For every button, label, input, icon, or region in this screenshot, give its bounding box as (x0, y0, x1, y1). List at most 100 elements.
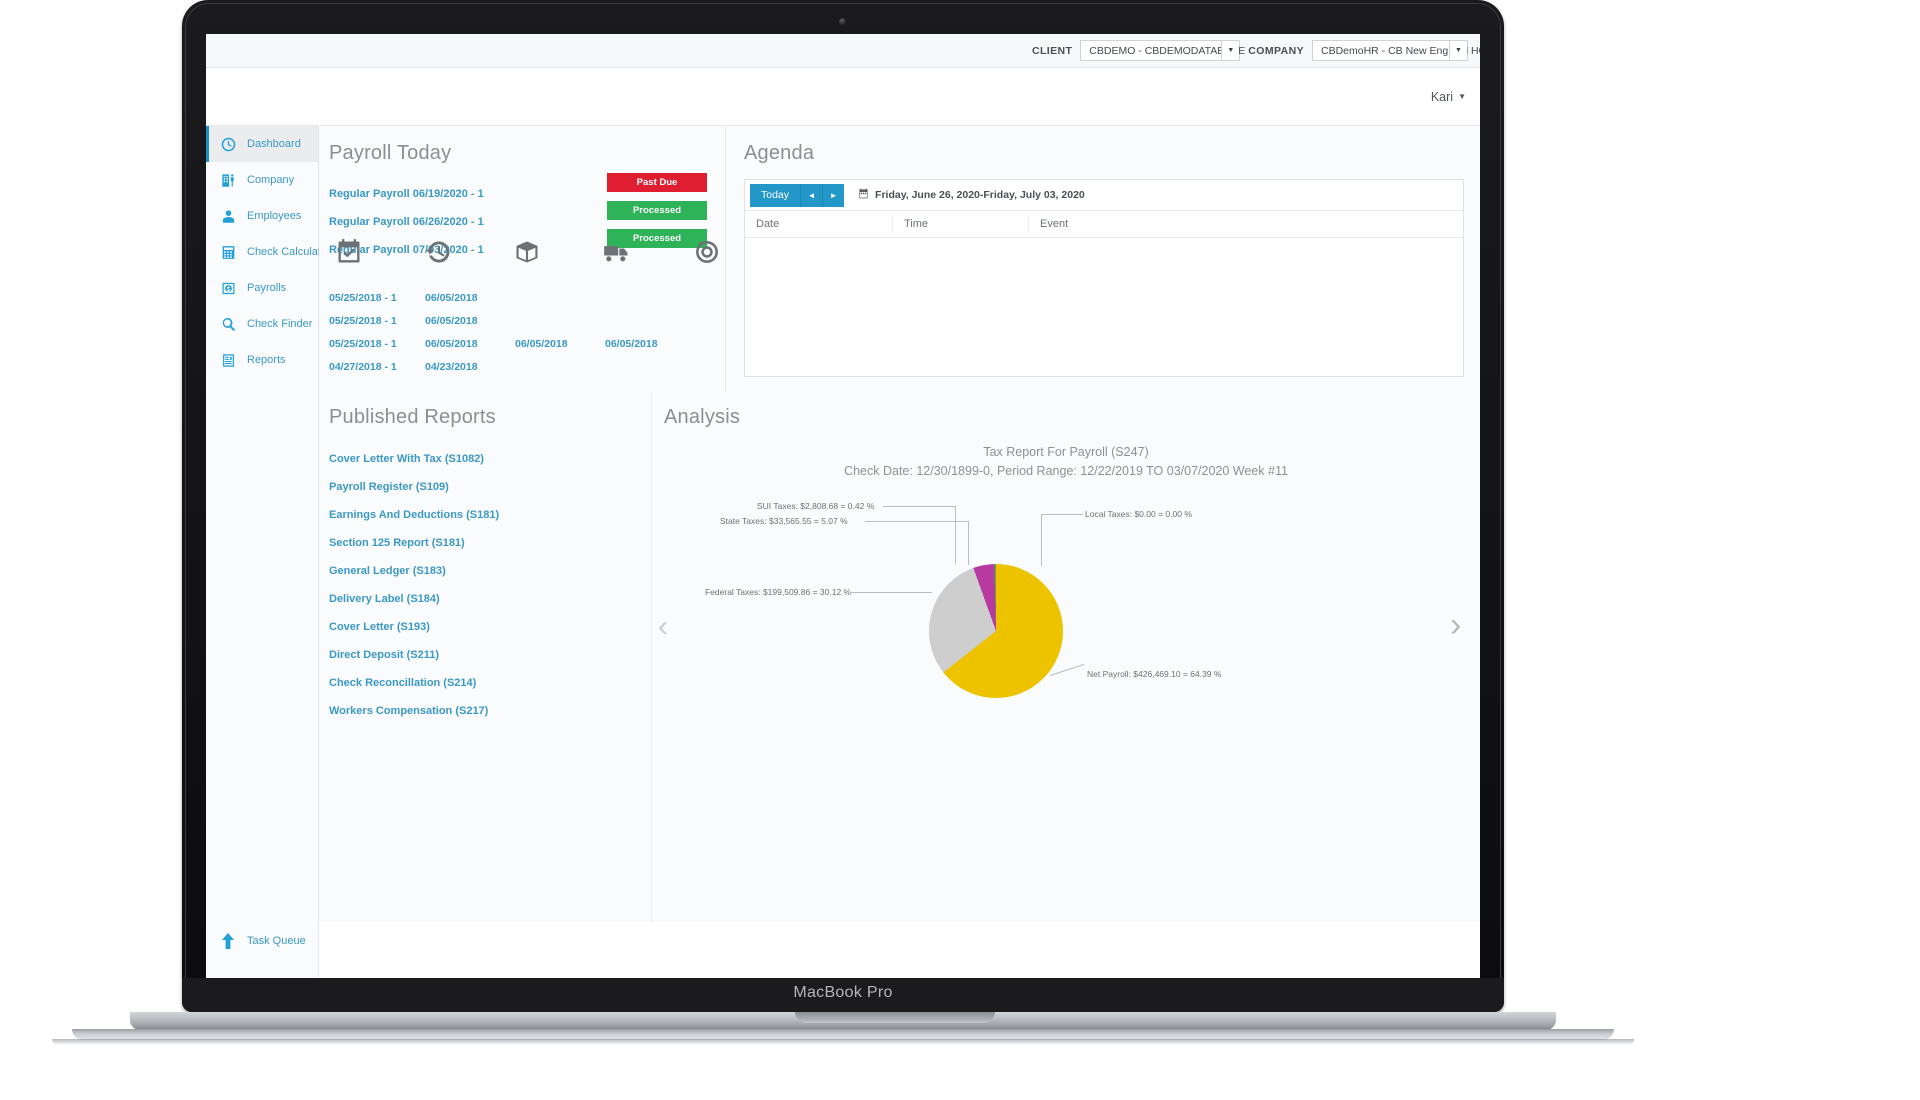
sidebar-item-payrolls[interactable]: Payrolls (206, 270, 318, 306)
agenda-table-body (745, 238, 1463, 376)
sidebar: Dashboard Company Employees Check Calculato… (206, 126, 331, 978)
payroll-link[interactable]: Regular Payroll 06/19/2020 - 1 (329, 188, 484, 200)
report-link[interactable]: Delivery Label (S184) (329, 593, 440, 605)
report-row: General Ledger (S183) (329, 557, 651, 585)
sidebar-item-dashboard[interactable]: Dashboard (206, 126, 318, 162)
report-link[interactable]: Workers Compensation (S217) (329, 705, 488, 717)
laptop-base-notch (795, 1012, 995, 1023)
chevron-right-icon[interactable]: › (1450, 608, 1461, 642)
sidebar-item-company[interactable]: Company (206, 162, 318, 198)
chevron-left-icon[interactable]: ‹ (658, 612, 668, 642)
status-badge[interactable]: Past Due (607, 173, 707, 192)
target-bullseye-icon[interactable] (693, 238, 721, 271)
sidebar-item-employees[interactable]: Employees (206, 198, 318, 234)
sidebar-item-check-finder[interactable]: Check Finder (206, 306, 318, 342)
sidebar-item-reports[interactable]: Reports (206, 342, 318, 378)
sidebar-item-task-queue[interactable]: Task Queue (206, 924, 319, 958)
agenda-column-date: Date (745, 218, 893, 230)
leader-line-state-v (968, 521, 969, 565)
report-row: Earnings And Deductions (S181) (329, 501, 651, 529)
report-link[interactable]: Payroll Register (S109) (329, 481, 449, 493)
date-row: 05/25/2018 - 1 06/05/2018 (329, 315, 719, 338)
agenda-table-header: Date Time Event (745, 211, 1463, 238)
report-row: Section 125 Report (S181) (329, 529, 651, 557)
report-link[interactable]: Section 125 Report (S181) (329, 537, 465, 549)
sidebar-item-label: Dashboard (247, 138, 301, 150)
report-row: Cover Letter With Tax (S1082) (329, 445, 651, 473)
sidebar-item-label: Check Finder (247, 318, 313, 330)
agenda-column-time: Time (893, 218, 1029, 230)
agenda-toolbar: Today ◄ ► Friday, June 26, 2020-Friday, … (745, 180, 1463, 211)
agenda-range-wrap: Friday, June 26, 2020-Friday, July 03, 2… (858, 186, 1085, 204)
pie-label-net-payroll: Net Payroll: $426,469.10 = 64.39 % (1087, 669, 1222, 679)
date-cell[interactable]: 05/25/2018 - 1 (329, 338, 397, 350)
date-cell[interactable]: 06/05/2018 (425, 338, 478, 350)
agenda-column-event: Event (1040, 218, 1069, 230)
employee-person-icon (220, 208, 236, 224)
published-reports-list: Cover Letter With Tax (S1082) Payroll Reg… (329, 445, 651, 725)
client-select[interactable]: CBDEMO - CBDEMODATABASE ▼ (1080, 40, 1245, 61)
delivery-truck-icon[interactable] (603, 238, 631, 271)
laptop-chin: MacBook Pro (182, 978, 1504, 1012)
search-magnifier-icon (220, 316, 236, 332)
report-link[interactable]: General Ledger (S183) (329, 565, 446, 577)
leader-line-local-v (1041, 514, 1042, 566)
date-cell[interactable]: 04/27/2018 - 1 (329, 361, 397, 373)
context-bar: CLIENT CBDEMO - CBDEMODATABASE ▼ COMPANY… (206, 34, 1480, 68)
upload-arrow-icon (220, 933, 236, 949)
date-cell[interactable]: 06/05/2018 (425, 292, 478, 304)
report-link[interactable]: Earnings And Deductions (S181) (329, 509, 499, 521)
report-link[interactable]: Check Reconcillation (S214) (329, 677, 476, 689)
sidebar-item-check-calculator[interactable]: Check Calculator (206, 234, 331, 270)
chart-subtitle: Check Date: 12/30/1899-0, Period Range: … (844, 464, 1288, 478)
status-badge[interactable]: Processed (607, 201, 707, 220)
agenda-next-button[interactable]: ► (822, 183, 845, 207)
report-link[interactable]: Cover Letter With Tax (S1082) (329, 453, 484, 465)
laptop-screen: CLIENT CBDEMO - CBDEMODATABASE ▼ COMPANY… (206, 34, 1480, 978)
content-filler (319, 922, 1480, 978)
date-cell[interactable]: 04/23/2018 (425, 361, 478, 373)
payroll-status-icon-row (335, 238, 718, 278)
agenda-panel: Agenda Today ◄ ► Friday, June 26, 2020-F… (726, 126, 1480, 392)
pie-wrap (929, 564, 1063, 698)
leader-line-sui (883, 506, 955, 507)
agenda-date-range: Friday, June 26, 2020-Friday, July 03, 2… (875, 189, 1085, 201)
clock-history-icon[interactable] (425, 238, 453, 271)
date-cell[interactable]: 06/05/2018 (425, 315, 478, 327)
leader-line-state (865, 521, 968, 522)
agenda-box: Today ◄ ► Friday, June 26, 2020-Friday, … (744, 179, 1464, 377)
payroll-link[interactable]: Regular Payroll 06/26/2020 - 1 (329, 216, 484, 228)
chevron-down-icon[interactable]: ▼ (1221, 41, 1240, 60)
calculator-icon (220, 244, 236, 260)
chevron-down-icon[interactable]: ▼ (1449, 41, 1467, 60)
report-row: Workers Compensation (S217) (329, 697, 651, 725)
analysis-panel: Analysis Tax Report For Payroll (S247) C… (652, 392, 1480, 922)
laptop-device: CLIENT CBDEMO - CBDEMODATABASE ▼ COMPANY… (52, 0, 1634, 1045)
agenda-today-button[interactable]: Today (750, 183, 801, 207)
sidebar-item-label: Task Queue (247, 935, 306, 947)
calendar-icon (858, 186, 869, 204)
user-menu[interactable]: Kari ▼ (1431, 90, 1466, 104)
device-wordmark: MacBook Pro (793, 984, 893, 1001)
report-link[interactable]: Cover Letter (S193) (329, 621, 430, 633)
company-value: CBDemoHR - CB New England HCM (1321, 44, 1480, 57)
payroll-date-grid: 05/25/2018 - 1 06/05/2018 05/25/2018 - 1 06… (329, 292, 719, 384)
date-cell[interactable]: 06/05/2018 (605, 338, 658, 350)
pie-label-sui: SUI Taxes: $2,808.68 = 0.42 % (757, 501, 875, 511)
chart-title: Tax Report For Payroll (S247) (983, 445, 1149, 459)
dashboard-clock-icon (220, 136, 236, 152)
company-label: COMPANY (1248, 44, 1304, 57)
report-link[interactable]: Direct Deposit (S211) (329, 649, 439, 661)
company-select[interactable]: CBDemoHR - CB New England HCM ▼ (1312, 40, 1480, 61)
agenda-prev-button[interactable]: ◄ (800, 183, 823, 207)
calendar-check-icon[interactable] (335, 238, 363, 271)
laptop-base-shadow (52, 1039, 1634, 1045)
report-row: Check Reconcillation (S214) (329, 669, 651, 697)
date-cell[interactable]: 05/25/2018 - 1 (329, 315, 397, 327)
dashboard-content: Payroll Today Regular Payroll 06/19/2020… (319, 126, 1480, 978)
date-cell[interactable]: 05/25/2018 - 1 (329, 292, 397, 304)
user-bar: Kari ▼ (206, 68, 1480, 126)
date-cell[interactable]: 06/05/2018 (515, 338, 568, 350)
package-box-icon[interactable] (513, 238, 541, 271)
pie-label-local: Local Taxes: $0.00 = 0.00 % (1085, 509, 1192, 519)
